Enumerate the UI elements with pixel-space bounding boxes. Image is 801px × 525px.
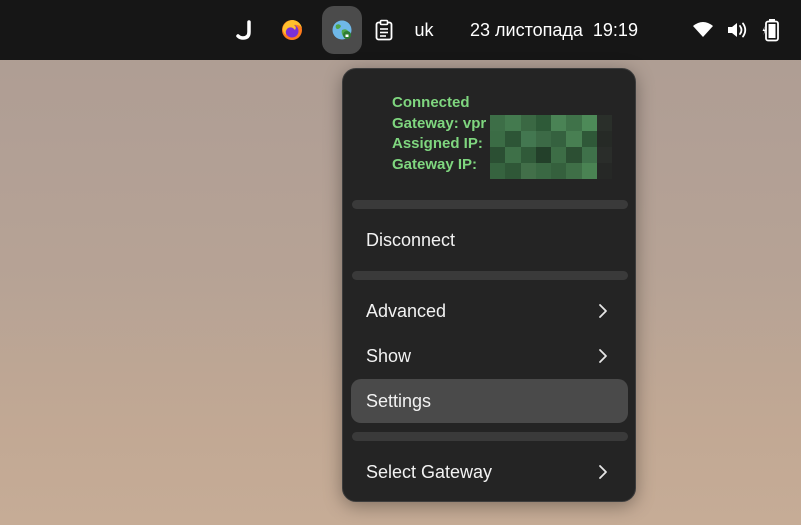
connection-status-block: Connected Gateway: vpr Assigned IP: Gate… — [392, 93, 486, 176]
vpn-popup-menu: Connected Gateway: vpr Assigned IP: Gate… — [342, 68, 636, 502]
menu-item-select-gateway[interactable]: Select Gateway — [351, 450, 628, 494]
menu-item-settings[interactable]: Settings — [351, 379, 628, 423]
clipboard-icon[interactable] — [370, 15, 398, 45]
vpn-globe-icon — [332, 20, 352, 40]
menu-item-label: Advanced — [366, 300, 447, 321]
date-time-indicator[interactable]: 23 листопада 19:19 — [470, 16, 660, 44]
menu-item-label: Select Gateway — [366, 461, 493, 482]
jetbrains-toolbox-icon[interactable] — [230, 14, 262, 46]
menu-item-show[interactable]: Show — [351, 334, 628, 378]
redacted-connection-details — [490, 115, 612, 179]
vpn-indicator-button[interactable] — [322, 6, 362, 54]
chevron-right-icon — [599, 349, 607, 363]
keyboard-layout-indicator[interactable]: uk — [408, 16, 440, 44]
firefox-icon[interactable] — [276, 14, 308, 46]
menu-item-label: Show — [366, 345, 412, 366]
time-label: 19:19 — [592, 19, 638, 40]
chevron-right-icon — [599, 465, 607, 479]
menu-separator — [352, 432, 628, 441]
top-panel: uk 23 листопада 19:19 — [0, 0, 801, 60]
menu-separator — [352, 200, 628, 209]
menu-item-label: Disconnect — [366, 229, 456, 250]
menu-item-disconnect[interactable]: Disconnect — [351, 218, 628, 262]
volume-icon[interactable] — [724, 16, 750, 44]
menu-separator — [352, 271, 628, 280]
status-connected: Connected — [392, 94, 470, 111]
status-assigned-ip: Assigned IP: — [392, 135, 483, 153]
date-label: 23 листопада — [470, 19, 583, 40]
chevron-right-icon — [599, 304, 607, 318]
status-gateway-ip: Gateway IP: — [392, 156, 478, 174]
status-gateway: Gateway: vpr — [392, 114, 487, 132]
menu-item-label: Settings — [366, 390, 432, 411]
wifi-icon[interactable] — [689, 16, 717, 44]
battery-icon[interactable] — [758, 14, 786, 46]
menu-item-advanced[interactable]: Advanced — [351, 289, 628, 333]
